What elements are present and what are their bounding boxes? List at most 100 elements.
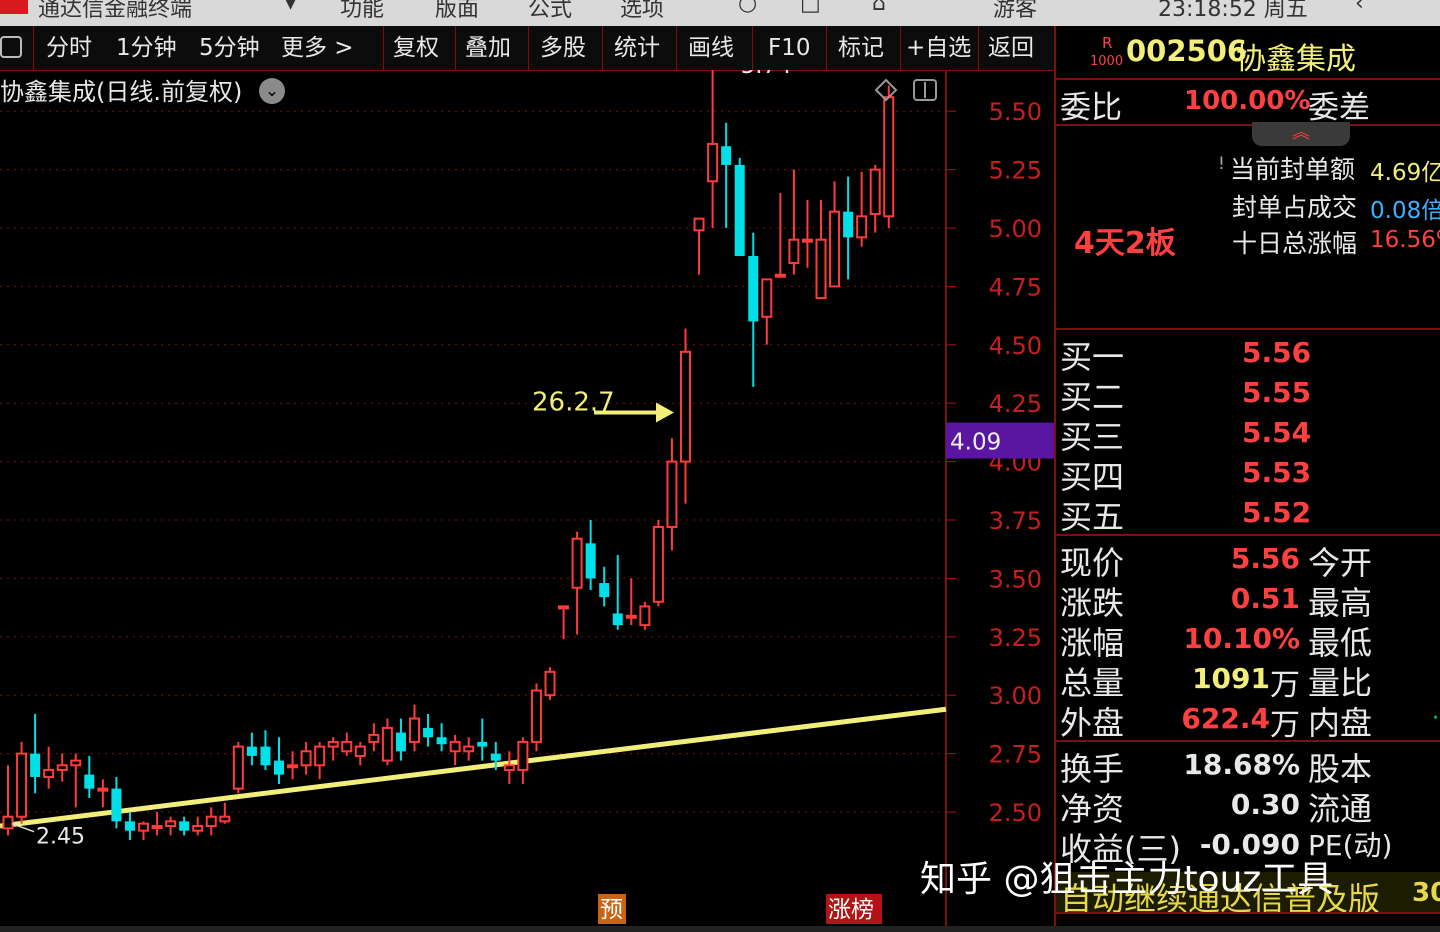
bottom-number: 30 xyxy=(1412,878,1440,908)
draw-line-button[interactable]: 画线 xyxy=(688,30,734,66)
menu-item-options[interactable]: 选项 xyxy=(620,0,664,23)
adjust-button[interactable]: 复权 xyxy=(393,30,439,66)
candle-body xyxy=(97,787,109,792)
candle-body xyxy=(666,460,678,529)
candle-body xyxy=(721,146,732,165)
candle-body xyxy=(314,745,326,767)
tab-1min[interactable]: 1分钟 xyxy=(116,30,177,66)
candle-body xyxy=(801,238,813,243)
toolbar-shortcut-icon[interactable]: □ xyxy=(800,0,821,16)
low-price-label: 2.45 xyxy=(36,825,85,850)
candle-body xyxy=(734,164,745,257)
candle-body xyxy=(409,717,420,743)
candle-body xyxy=(843,211,854,238)
divider xyxy=(1056,78,1440,80)
stock-name: 协鑫集成 xyxy=(1236,42,1356,77)
tag-zhangbang-label: 涨榜 xyxy=(828,897,874,923)
y-tick-label: 3.25 xyxy=(989,624,1042,652)
shiri-label: 十日总涨幅 xyxy=(1232,229,1358,258)
candle-body xyxy=(274,760,284,775)
back-button[interactable]: 返回 xyxy=(988,30,1034,66)
candle-body xyxy=(300,750,312,767)
fengzhan-label: 封单占成交 xyxy=(1232,193,1358,222)
candle-body xyxy=(423,727,434,738)
toolbar-shortcut-icon[interactable]: ○ xyxy=(738,0,757,16)
sidebar-toggle-icon[interactable] xyxy=(0,36,22,58)
multi-stock-button[interactable]: 多股 xyxy=(540,30,586,66)
bid-price-1: 5.56 xyxy=(1242,336,1312,369)
candle-body xyxy=(680,350,691,463)
y-tick-label: 5.50 xyxy=(989,98,1042,126)
app-title: 通达信金融终端 xyxy=(38,0,193,22)
candle-body xyxy=(179,821,190,831)
tab-timeshare[interactable]: 分时 xyxy=(46,30,92,66)
bid-price-3: 5.54 xyxy=(1242,416,1312,449)
toolbar-divider xyxy=(455,26,456,70)
menu-item-function[interactable]: 功能 xyxy=(340,0,384,23)
y-tick-label: 5.00 xyxy=(989,215,1042,243)
menu-item-formula[interactable]: 公式 xyxy=(528,0,572,23)
bid-price-2: 5.55 xyxy=(1242,376,1312,409)
back-arrow-icon[interactable]: ‹ xyxy=(1355,0,1364,16)
candle-body xyxy=(477,741,488,747)
candle-body xyxy=(463,745,475,753)
candle-body xyxy=(571,537,583,589)
quote-panel: R 1000 002506 协鑫集成 委比 100.00% 委差 ︽ ! 当前封… xyxy=(1054,26,1440,932)
candle-body xyxy=(205,815,217,828)
toolbar-divider xyxy=(900,26,901,70)
candle-body xyxy=(341,740,353,753)
toolbar-divider xyxy=(676,26,677,70)
status-strip xyxy=(0,926,1440,932)
candle-body xyxy=(138,822,149,832)
user-label[interactable]: 游客 xyxy=(993,0,1037,23)
f10-button[interactable]: F10 xyxy=(768,30,811,66)
toolbar-divider xyxy=(33,26,34,70)
r-badge: R xyxy=(1102,34,1113,52)
candle-body xyxy=(84,774,95,789)
candlestick-chart[interactable]: 5.505.255.004.754.504.254.003.753.503.25… xyxy=(0,70,1054,926)
candle-body xyxy=(2,815,14,830)
stat-value-price: 5.56 xyxy=(1230,542,1300,575)
menu-item-layout[interactable]: 版面 xyxy=(435,0,479,23)
candle-body xyxy=(151,825,163,830)
stock-code: 002506 xyxy=(1126,34,1248,68)
candle-body xyxy=(43,768,55,778)
candle-body xyxy=(70,759,82,767)
tab-more[interactable]: 更多 > xyxy=(281,30,354,66)
toolbar-divider xyxy=(602,26,603,70)
dropdown-arrow-icon[interactable]: ▾ xyxy=(285,0,296,16)
candle-body xyxy=(625,614,637,619)
candle-body xyxy=(774,273,786,278)
toolbar-shortcut-icon[interactable]: ⌂ xyxy=(872,0,886,16)
candle-body xyxy=(219,815,231,823)
candle-body xyxy=(449,740,461,753)
mark-button[interactable]: 标记 xyxy=(838,30,884,66)
statistics-button[interactable]: 统计 xyxy=(614,30,660,66)
board-count: 4天2板 xyxy=(1074,226,1176,261)
overlay-button[interactable]: 叠加 xyxy=(465,30,511,66)
candle-body xyxy=(503,764,515,771)
stat-value-outer: 622.4 xyxy=(1181,702,1270,735)
stat-right-inner: 内盘 xyxy=(1308,704,1373,742)
divider xyxy=(1056,912,1440,914)
candle-body xyxy=(585,543,596,579)
info-icon: ! xyxy=(1218,154,1225,174)
tag-yu-label: 预 xyxy=(600,897,623,923)
stat-value-volume: 1091 xyxy=(1192,662,1270,695)
collapse-arrow-icon[interactable]: ︽ xyxy=(1252,122,1350,146)
bid-label-5: 买五 xyxy=(1060,498,1125,536)
candle-body xyxy=(124,821,135,831)
title-bar: 通达信金融终端 ▾ 功能 版面 公式 选项 ○ □ ⌂ 游客 23:18:52 … xyxy=(0,0,1440,26)
candle-body xyxy=(652,526,664,603)
stat-label-outer: 外盘 xyxy=(1060,704,1125,742)
tab-5min[interactable]: 5分钟 xyxy=(199,30,260,66)
add-watchlist-button[interactable]: +自选 xyxy=(906,30,971,66)
candle-body xyxy=(599,583,610,598)
candle-body xyxy=(30,753,41,777)
candle-body xyxy=(192,825,204,832)
candle-body xyxy=(530,689,542,743)
app-logo-icon xyxy=(0,0,28,14)
stat-value-pct: 10.10% xyxy=(1183,622,1300,655)
y-tick-label: 2.50 xyxy=(989,799,1042,827)
y-tick-label: 3.75 xyxy=(989,507,1042,535)
